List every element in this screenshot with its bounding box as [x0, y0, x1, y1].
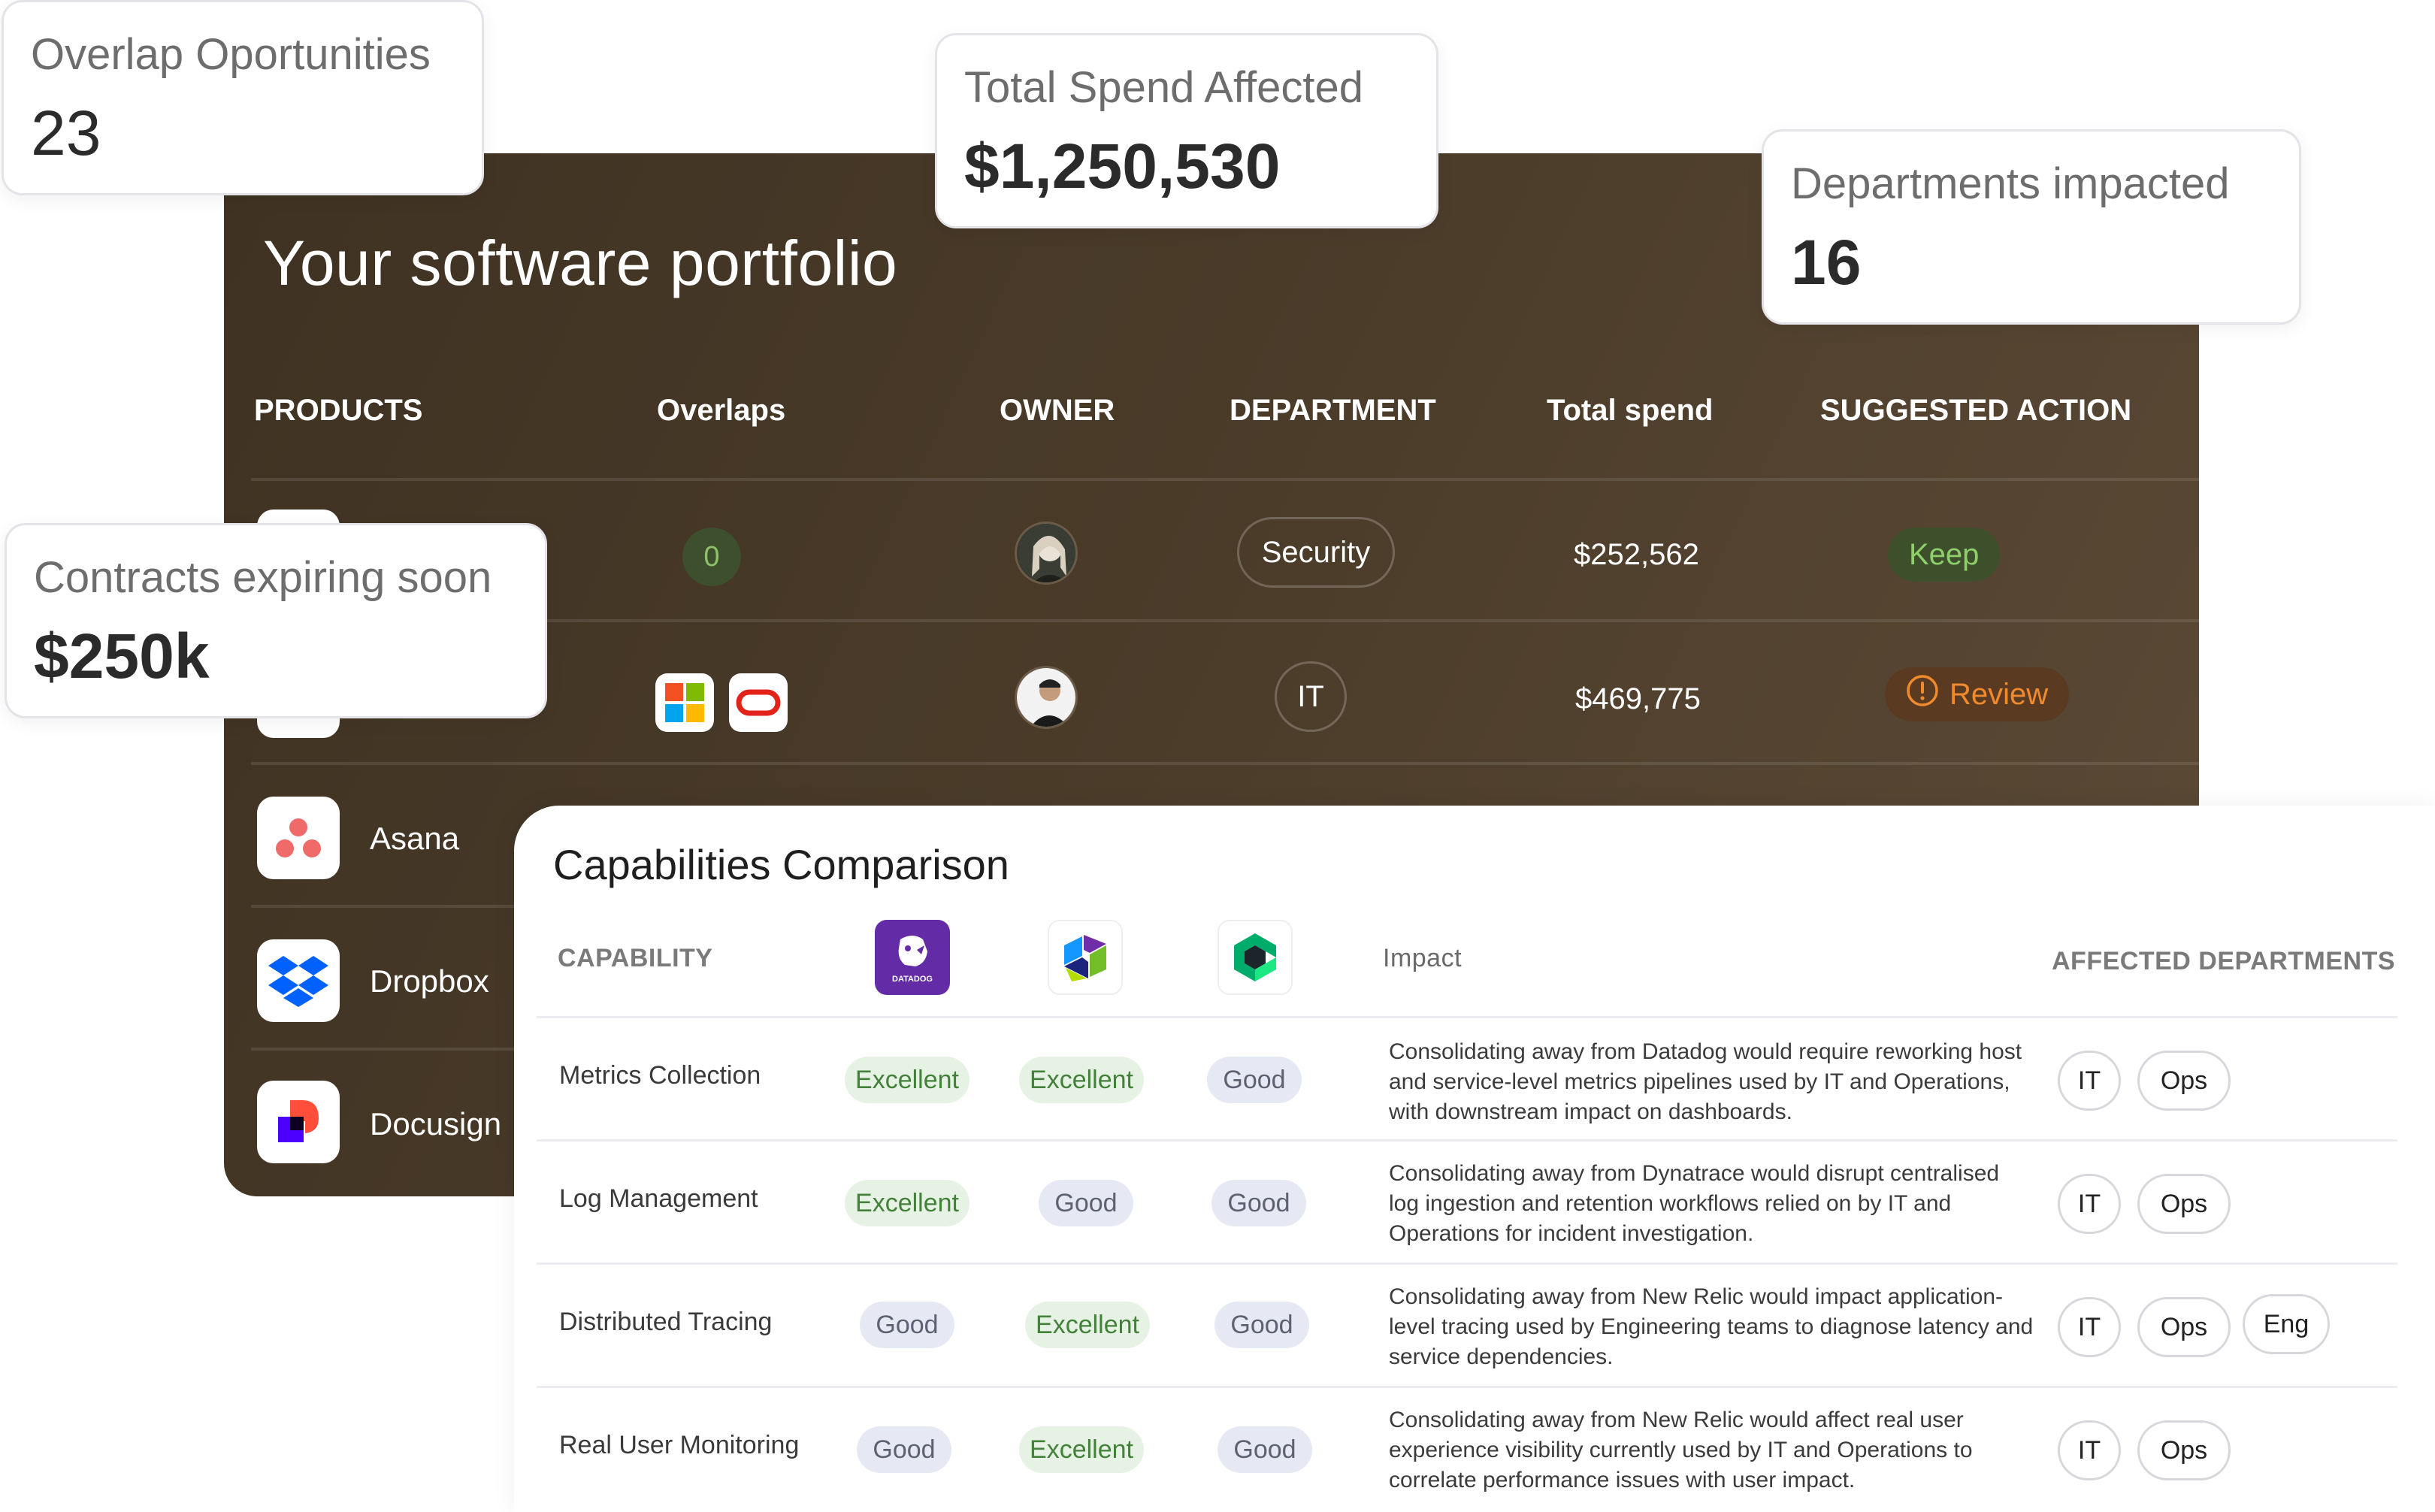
capability-name: Distributed Tracing: [559, 1308, 773, 1336]
department-pill[interactable]: Security: [1237, 517, 1395, 588]
column-header-department[interactable]: DEPARTMENT: [1230, 394, 1436, 428]
owner-avatar[interactable]: [1015, 522, 1078, 585]
column-header-suggested-action[interactable]: SUGGESTED ACTION: [1820, 394, 2131, 428]
department-chip[interactable]: Ops: [2137, 1051, 2231, 1111]
rating-badge: Excellent: [1025, 1302, 1150, 1348]
stat-card-overlap[interactable]: Overlap Oportunities 23: [2, 0, 484, 195]
owner-avatar[interactable]: [1015, 666, 1078, 729]
overlap-count-badge[interactable]: 0: [682, 528, 741, 586]
stat-label: Contracts expiring soon: [34, 553, 492, 602]
department-chip[interactable]: Eng: [2243, 1294, 2330, 1354]
rating-badge: Good: [860, 1302, 954, 1348]
dropbox-icon[interactable]: [257, 939, 340, 1022]
docusign-icon[interactable]: [257, 1081, 340, 1163]
total-spend-value: $469,775: [1575, 682, 1701, 715]
total-spend-value: $252,562: [1574, 538, 1699, 571]
action-keep-badge[interactable]: Keep: [1888, 528, 2001, 582]
capability-name: Real User Monitoring: [559, 1431, 800, 1459]
column-header-products[interactable]: PRODUCTS: [254, 394, 422, 428]
rating-badge: Good: [857, 1426, 951, 1473]
microsoft-icon[interactable]: [655, 673, 714, 732]
stat-card-departments[interactable]: Departments impacted 16: [1762, 129, 2301, 325]
column-header-owner[interactable]: OWNER: [1000, 394, 1115, 428]
department-chip[interactable]: IT: [2058, 1051, 2121, 1111]
department-chip[interactable]: IT: [2058, 1420, 2121, 1480]
column-header-total-spend[interactable]: Total spend: [1547, 394, 1713, 428]
rating-badge: Excellent: [1019, 1426, 1144, 1473]
capabilities-comparison-panel: Capabilities Comparison CAPABILITY Impac…: [514, 806, 2435, 1512]
stat-card-contracts[interactable]: Contracts expiring soon $250k: [5, 523, 547, 718]
datadog-icon[interactable]: DATADOG: [875, 920, 950, 995]
divider: [251, 762, 2199, 765]
dynatrace-icon[interactable]: [1048, 920, 1123, 995]
department-chip[interactable]: IT: [2058, 1174, 2121, 1234]
impact-text: Consolidating away from New Relic would …: [1389, 1284, 2034, 1369]
capability-name: Log Management: [559, 1184, 758, 1213]
rating-badge: Good: [1218, 1426, 1312, 1473]
svg-text:DATADOG: DATADOG: [892, 975, 933, 984]
stat-value: 16: [1791, 227, 1862, 298]
department-chip[interactable]: Ops: [2137, 1174, 2231, 1234]
rating-badge: Good: [1211, 1180, 1306, 1226]
department-chip[interactable]: IT: [2058, 1297, 2121, 1357]
divider: [537, 1263, 2397, 1265]
rating-badge: Good: [1207, 1057, 1302, 1103]
column-header-impact[interactable]: Impact: [1383, 944, 1462, 973]
column-header-affected-departments[interactable]: AFFECTED DEPARTMENTS: [2052, 947, 2395, 976]
stat-value: $1,250,530: [964, 131, 1281, 201]
stat-label: Total Spend Affected: [964, 63, 1364, 112]
oracle-icon[interactable]: [729, 673, 788, 732]
divider: [251, 478, 2199, 481]
column-header-overlaps[interactable]: Overlaps: [657, 394, 785, 428]
product-name[interactable]: Dropbox: [370, 963, 489, 999]
divider: [537, 1016, 2397, 1018]
department-pill[interactable]: IT: [1275, 661, 1347, 732]
alert-circle-icon: [1906, 674, 1939, 715]
capability-name: Metrics Collection: [559, 1061, 761, 1090]
column-header-capability[interactable]: CAPABILITY: [558, 944, 712, 973]
rating-badge: Good: [1039, 1180, 1133, 1226]
rating-badge: Excellent: [845, 1180, 969, 1226]
rating-badge: Excellent: [1019, 1057, 1144, 1103]
stat-label: Departments impacted: [1791, 159, 2230, 208]
capabilities-title: Capabilities Comparison: [553, 841, 1009, 888]
product-name[interactable]: Docusign: [370, 1106, 501, 1142]
impact-text: Consolidating away from Datadog would re…: [1389, 1039, 2022, 1124]
impact-text: Consolidating away from New Relic would …: [1389, 1408, 1973, 1492]
stat-card-total-spend[interactable]: Total Spend Affected $1,250,530: [935, 33, 1438, 228]
stat-label: Overlap Oportunities: [31, 30, 431, 79]
divider: [537, 1139, 2397, 1142]
department-chip[interactable]: Ops: [2137, 1420, 2231, 1480]
impact-text: Consolidating away from Dynatrace would …: [1389, 1161, 2000, 1246]
portfolio-title: Your software portfolio: [263, 228, 898, 298]
stat-value: $250k: [34, 621, 210, 691]
divider: [537, 1386, 2397, 1388]
stat-value: 23: [31, 98, 101, 168]
newrelic-icon[interactable]: [1218, 920, 1293, 995]
asana-icon[interactable]: [257, 797, 340, 879]
rating-badge: Good: [1214, 1302, 1309, 1348]
department-chip[interactable]: Ops: [2137, 1297, 2231, 1357]
action-review-label: Review: [1950, 677, 2049, 711]
rating-badge: Excellent: [845, 1057, 969, 1103]
product-name[interactable]: Asana: [370, 821, 459, 857]
action-review-badge[interactable]: Review: [1885, 667, 2070, 721]
